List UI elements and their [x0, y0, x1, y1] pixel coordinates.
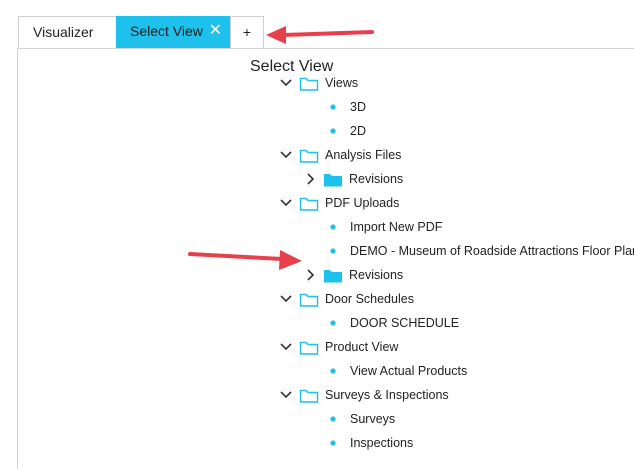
tree-item[interactable]: 3D — [330, 95, 366, 119]
tree-item[interactable]: Product View — [279, 335, 398, 359]
tree-item[interactable]: PDF Uploads — [279, 191, 399, 215]
chevron-down-icon[interactable] — [279, 76, 293, 90]
chevron-down-icon[interactable] — [279, 340, 293, 354]
annotation-arrow-icon — [188, 250, 302, 270]
tree-item-label: Inspections — [350, 436, 414, 450]
bullet-icon — [330, 248, 336, 254]
tree-item[interactable]: Views — [279, 71, 358, 95]
tree-item-label: Revisions — [349, 268, 404, 282]
page: Visualizer Select View ✕ + Select View V… — [0, 0, 634, 469]
tree-item[interactable]: 2D — [330, 119, 366, 143]
tree-item-label: Door Schedules — [325, 292, 414, 306]
folder-outline-icon — [299, 389, 319, 403]
tree-item[interactable]: Import New PDF — [330, 215, 442, 239]
bullet-icon — [330, 104, 336, 110]
tree-item-label: Product View — [325, 340, 399, 354]
tree-item-label: Analysis Files — [325, 148, 402, 162]
tree-item-label: DEMO - Museum of Roadside Attractions Fl… — [350, 244, 634, 258]
tree-item[interactable]: Surveys — [330, 407, 395, 431]
tree-item[interactable]: View Actual Products — [330, 359, 467, 383]
chevron-down-icon[interactable] — [279, 292, 293, 306]
tree-item[interactable]: Surveys & Inspections — [279, 383, 449, 407]
tab-select-view[interactable]: Select View ✕ — [116, 16, 230, 48]
tree-item-label: View Actual Products — [350, 364, 468, 378]
chevron-down-icon[interactable] — [279, 388, 293, 402]
plus-icon: + — [242, 24, 252, 40]
bullet-icon — [330, 368, 336, 374]
bullet-icon — [330, 320, 336, 326]
tree-item-label: Views — [325, 76, 359, 90]
tree-item[interactable]: DOOR SCHEDULE — [330, 311, 459, 335]
folder-outline-icon — [299, 341, 319, 355]
tab-select-view-label: Select View — [130, 23, 203, 39]
tree-item[interactable]: Revisions — [303, 263, 403, 287]
folder-outline-icon — [299, 293, 319, 307]
annotation-arrow-icon — [266, 26, 374, 44]
tree-item-label: DOOR SCHEDULE — [350, 316, 460, 330]
chevron-down-icon[interactable] — [279, 196, 293, 210]
folder-filled-icon — [324, 173, 342, 186]
bullet-icon — [330, 416, 336, 422]
tree-item-label: PDF Uploads — [325, 196, 400, 210]
tree-item-label: 3D — [350, 100, 366, 114]
tree-item[interactable]: Door Schedules — [279, 287, 414, 311]
bullet-icon — [330, 224, 336, 230]
tree-item[interactable]: Analysis Files — [279, 143, 401, 167]
folder-outline-icon — [299, 197, 319, 211]
tree-item-label: Surveys — [350, 412, 396, 426]
tab-visualizer-label: Visualizer — [33, 24, 94, 40]
tree-item-label: Import New PDF — [350, 220, 443, 234]
chevron-right-icon[interactable] — [303, 172, 317, 186]
tree-item[interactable]: DEMO - Museum of Roadside Attractions Fl… — [330, 239, 634, 263]
bullet-icon — [330, 128, 336, 134]
add-tab-button[interactable]: + — [230, 16, 264, 48]
close-icon[interactable]: ✕ — [209, 16, 222, 46]
tree-item[interactable]: Revisions — [303, 167, 403, 191]
tree-item[interactable]: Inspections — [330, 431, 413, 455]
tree-item-label: 2D — [350, 124, 366, 138]
tree-item-label: Surveys & Inspections — [325, 388, 449, 402]
folder-filled-icon — [324, 269, 342, 282]
folder-outline-icon — [299, 149, 319, 163]
tab-visualizer[interactable]: Visualizer — [18, 16, 117, 48]
tree-item-label: Revisions — [349, 172, 404, 186]
chevron-down-icon[interactable] — [279, 148, 293, 162]
folder-outline-icon — [299, 77, 319, 91]
bullet-icon — [330, 440, 336, 446]
